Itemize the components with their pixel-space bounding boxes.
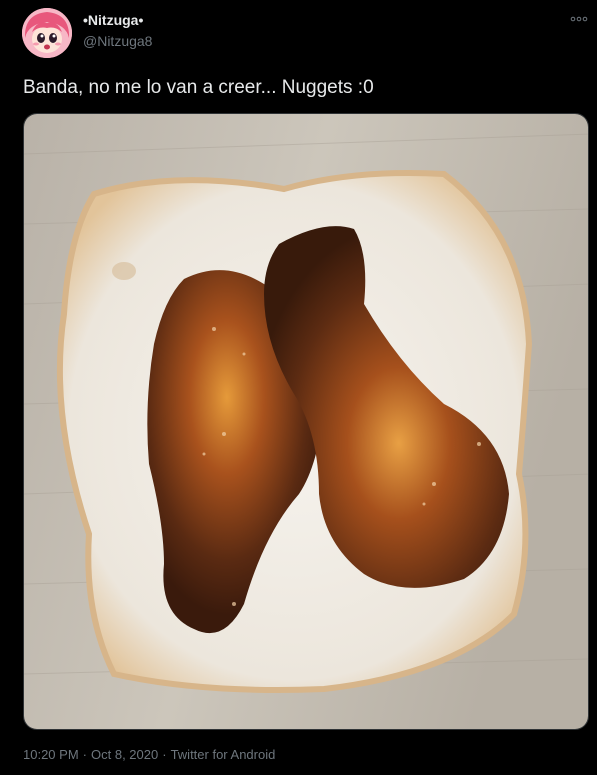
tweet-date[interactable]: Oct 8, 2020 bbox=[91, 747, 158, 762]
tweet-meta: 10:20 PM · Oct 8, 2020 · Twitter for Android bbox=[23, 747, 275, 762]
tweet-source[interactable]: Twitter for Android bbox=[171, 747, 276, 762]
user-handle[interactable]: @Nitzuga8 bbox=[83, 33, 152, 49]
avatar[interactable] bbox=[22, 8, 72, 58]
tweet-text: Banda, no me lo van a creer... Nuggets :… bbox=[23, 77, 374, 98]
tweet-card: •Nitzuga• @Nitzuga8 Banda, no me lo van … bbox=[0, 0, 597, 775]
tweet-time[interactable]: 10:20 PM bbox=[23, 747, 79, 762]
meta-separator: · bbox=[162, 747, 167, 762]
display-name[interactable]: •Nitzuga• bbox=[83, 12, 143, 28]
meta-separator: · bbox=[82, 747, 87, 762]
tweet-photo[interactable] bbox=[23, 113, 589, 730]
anime-avatar-icon bbox=[22, 8, 72, 58]
more-options-icon[interactable] bbox=[569, 12, 589, 26]
photo-nuggets-on-bread bbox=[24, 114, 588, 729]
